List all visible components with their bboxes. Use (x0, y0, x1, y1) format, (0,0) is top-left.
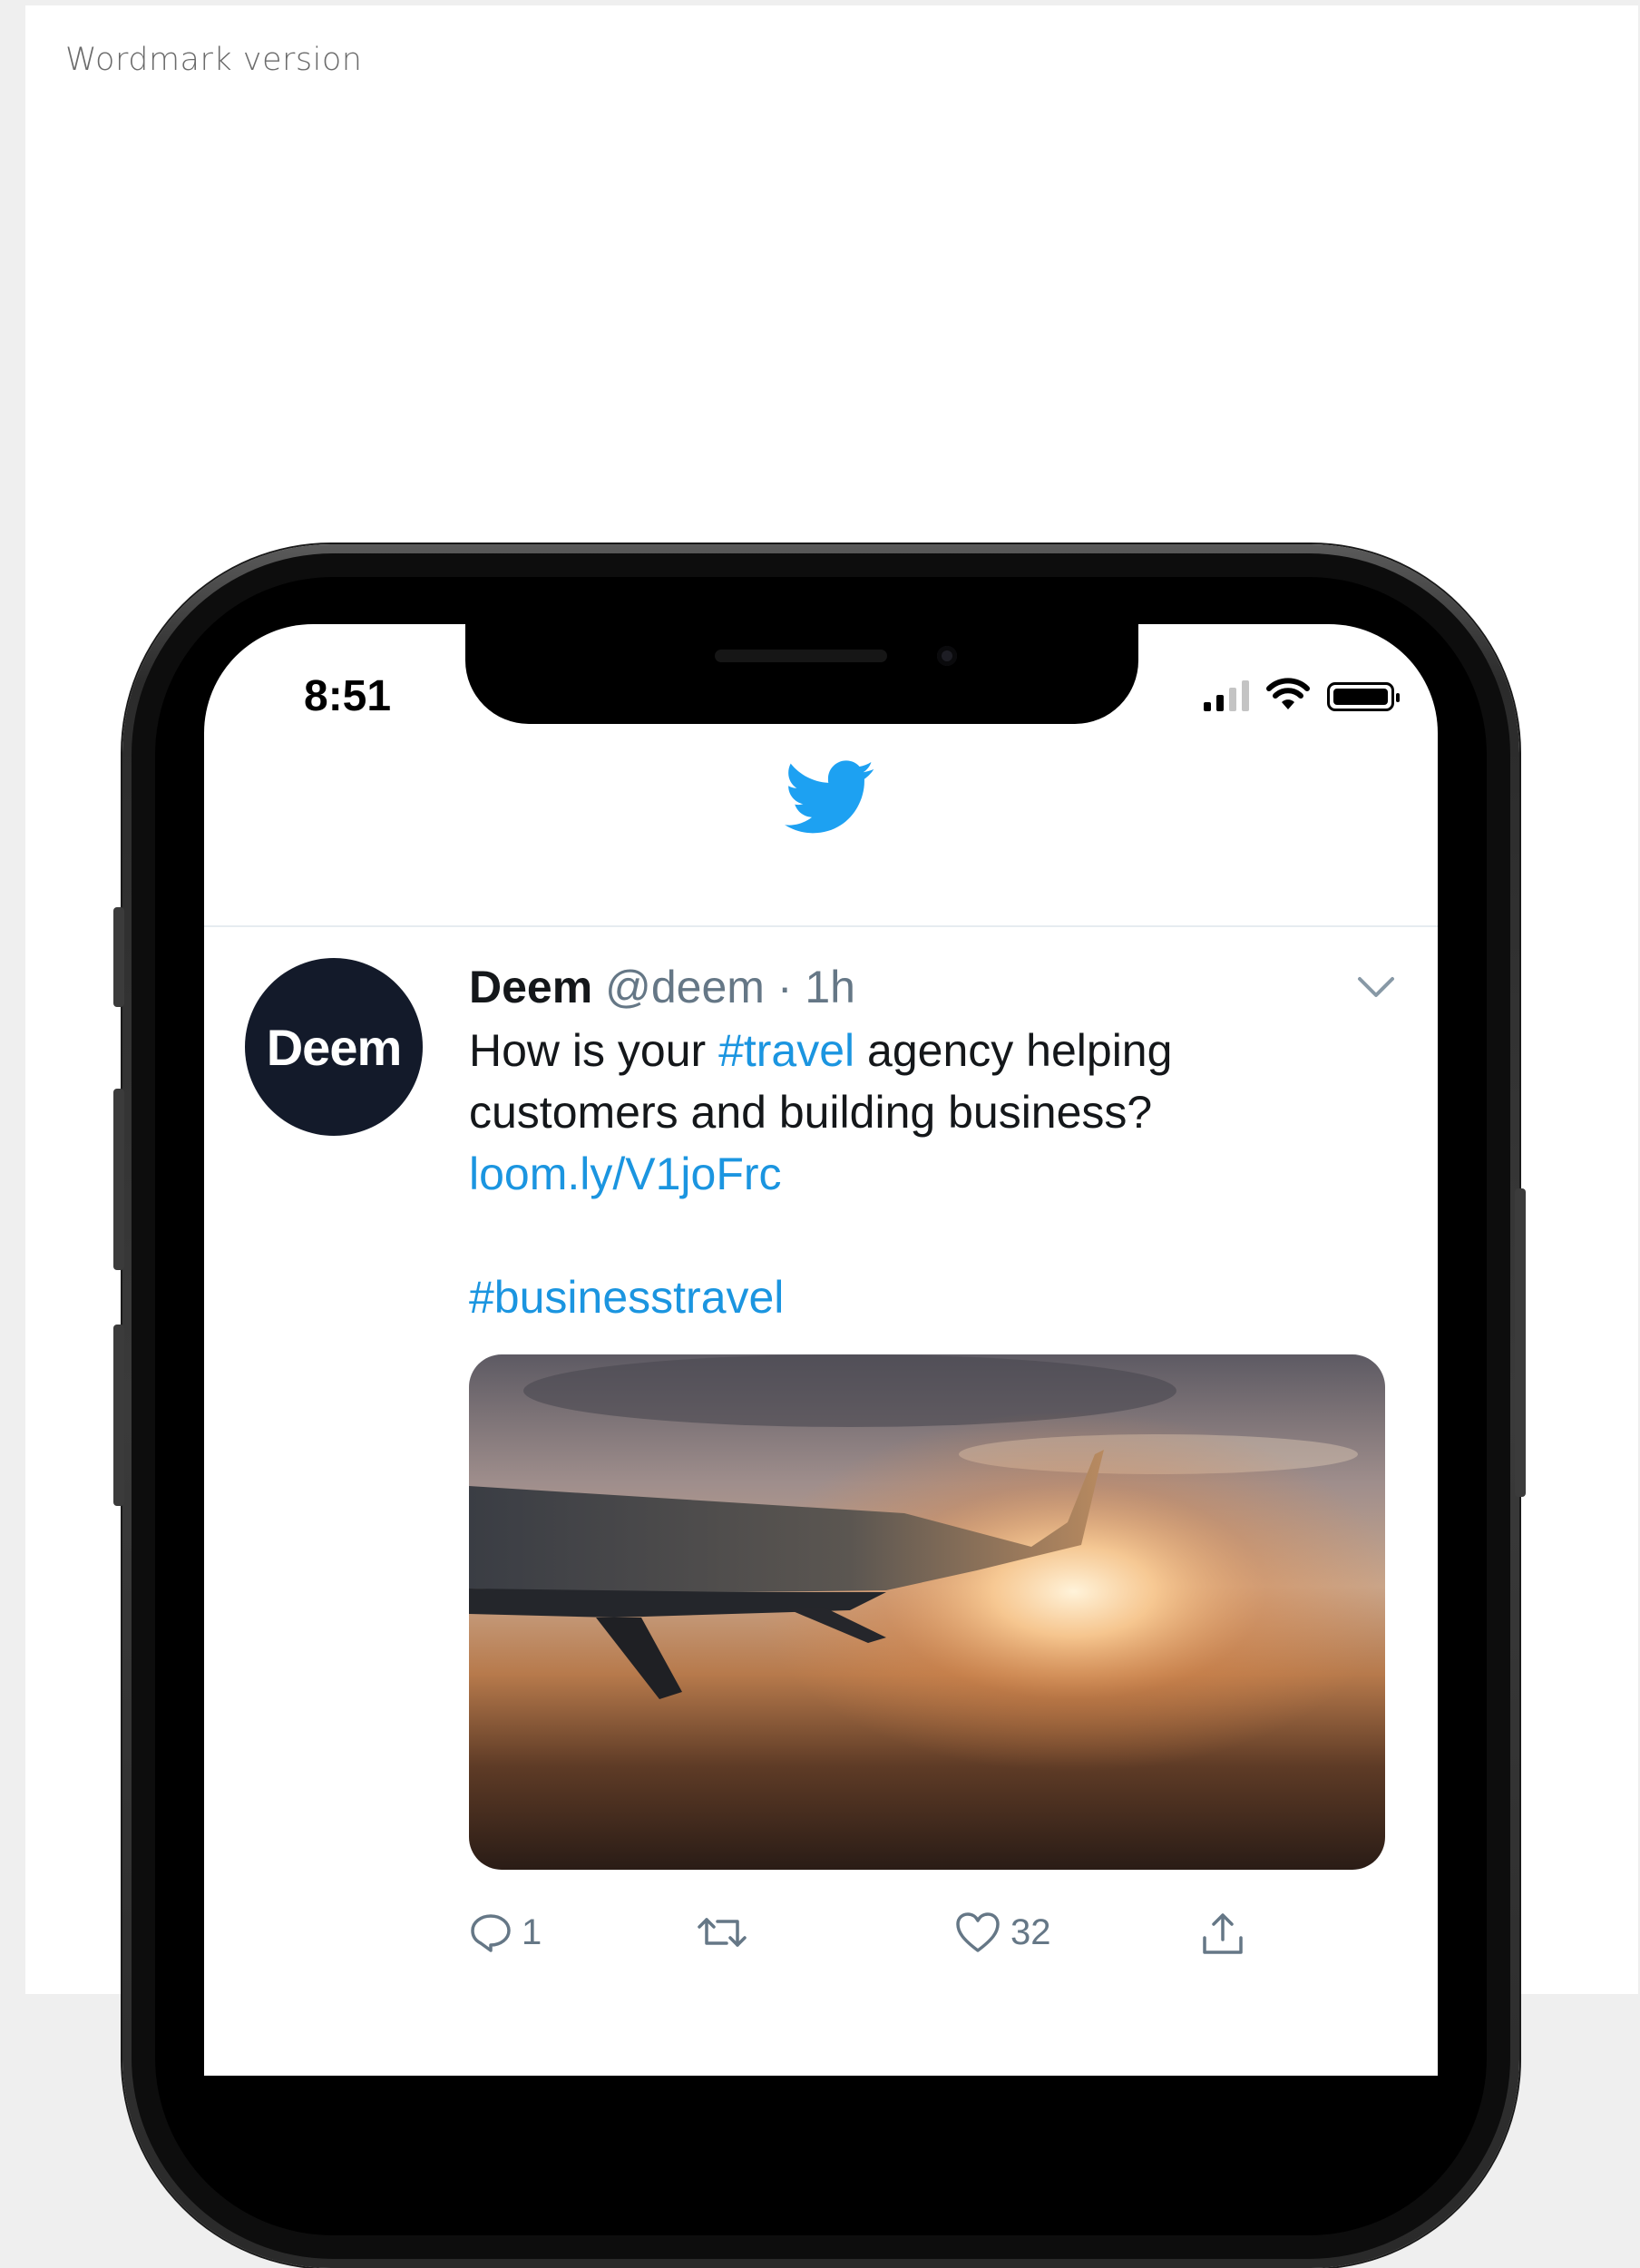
avatar-wordmark: Deem (266, 1018, 403, 1076)
phone-screen: 8:51 Deem Deem @deem · 1h How is your #t… (204, 624, 1438, 2076)
volume-down-button (113, 1325, 124, 1506)
heart-icon (956, 1912, 1000, 1952)
tweet-actions: 1 32 (469, 1911, 1385, 1974)
tweet-text-part: How is your (469, 1025, 719, 1076)
twitter-bird-icon[interactable] (785, 760, 875, 836)
author-handle[interactable]: @deem (605, 962, 765, 1012)
battery-icon (1327, 682, 1400, 711)
tweet-text: How is your #travel agency helping custo… (469, 1020, 1385, 1328)
tweet-age[interactable]: 1h (805, 962, 855, 1012)
share-icon (1203, 1913, 1243, 1954)
share-action[interactable] (1199, 1911, 1246, 1958)
caption: Wordmark version (65, 42, 363, 78)
hashtag-businesstravel[interactable]: #businesstravel (469, 1272, 784, 1323)
tweet-link[interactable]: loom.ly/V1joFrc (469, 1149, 782, 1199)
chevron-down-icon[interactable] (1356, 973, 1396, 1001)
status-icons (1204, 677, 1400, 711)
meta-separator: · (764, 962, 805, 1012)
reply-count: 1 (522, 1911, 542, 1952)
status-time: 8:51 (304, 672, 392, 720)
wifi-icon (1266, 678, 1310, 709)
retweet-action[interactable] (696, 1911, 748, 1954)
front-camera (937, 646, 957, 666)
reply-action[interactable]: 1 (469, 1911, 542, 1954)
volume-up-button (113, 1089, 124, 1270)
author-name[interactable]: Deem (469, 962, 592, 1012)
like-count: 32 (1010, 1911, 1051, 1952)
signal-icon (1204, 679, 1249, 711)
reply-icon (471, 1914, 511, 1952)
mute-switch (113, 907, 124, 1007)
tweet-image-airplane-wing-sunset[interactable] (469, 1354, 1385, 1870)
retweet-icon (698, 1918, 747, 1947)
speaker-grill (715, 650, 887, 662)
avatar[interactable]: Deem (245, 958, 423, 1136)
hashtag-travel[interactable]: #travel (718, 1025, 854, 1076)
like-action[interactable]: 32 (954, 1911, 1051, 1954)
tweet-header: Deem @deem · 1h (469, 960, 855, 1014)
power-button (1515, 1188, 1526, 1497)
notch (465, 624, 1138, 724)
